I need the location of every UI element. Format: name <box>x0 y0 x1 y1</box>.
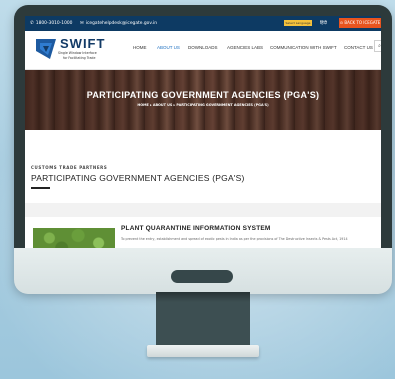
monitor-logo-pill <box>171 270 233 283</box>
search-icon[interactable]: ⌕ <box>374 40 381 52</box>
brand-subtitle-1: Single Window Interface <box>58 51 97 55</box>
email-link[interactable]: ✉ icegatehelpdesk@icegate.gov.in <box>80 16 157 31</box>
breadcrumb[interactable]: HOME ▸ ABOUT US ▸ PARTICIPATING GOVERNME… <box>25 103 381 107</box>
top-bar: ✆ 1800-3010-1000 ✉ icegatehelpdesk@icegate… <box>25 16 381 31</box>
main-navbar: SWIFT Single Window Interface for Facili… <box>25 31 381 70</box>
brand-title[interactable]: SWIFT <box>60 36 105 51</box>
nav-contact-us[interactable]: CONTACT US <box>344 45 373 50</box>
brand-subtitle-2: for Facilitating Trade <box>63 56 96 60</box>
section-heading: PARTICIPATING GOVERNMENT AGENCIES (PGA'S… <box>31 173 245 183</box>
nav-downloads[interactable]: DOWNLOADS <box>188 45 218 50</box>
page-hero: PARTICIPATING GOVERNMENT AGENCIES (PGA'S… <box>25 70 381 130</box>
mail-icon: ✉ <box>80 21 84 26</box>
nav-home[interactable]: HOME <box>133 45 147 50</box>
monitor-stand-shadow <box>156 292 250 302</box>
agency-card-description: To prevent the entry, establishment and … <box>121 237 348 241</box>
nav-agencies-labs[interactable]: AGENCIES LABS <box>227 45 263 50</box>
monitor-stand-base <box>147 345 259 357</box>
section-eyebrow: CUSTOMS TRADE PARTNERS <box>31 165 108 170</box>
back-to-icegate-button[interactable]: ⊙ BACK TO ICEGATE <box>339 18 381 28</box>
nav-about-us[interactable]: ABOUT US <box>157 45 180 50</box>
plant-thumbnail-image[interactable] <box>33 228 115 248</box>
swift-logo-icon[interactable] <box>34 37 58 61</box>
phone-icon: ✆ <box>30 21 34 26</box>
back-arrow-icon: ⊙ <box>339 20 344 25</box>
monitor-screen: ✆ 1800-3010-1000 ✉ icegatehelpdesk@icegate… <box>25 16 381 248</box>
phone-link[interactable]: ✆ 1800-3010-1000 <box>30 16 72 31</box>
heading-underline <box>31 187 50 189</box>
page-title: PARTICIPATING GOVERNMENT AGENCIES (PGA'S… <box>86 90 320 100</box>
google-translate-widget[interactable]: Select Language <box>284 20 312 26</box>
section-divider-band <box>25 203 381 217</box>
agency-card-title[interactable]: PLANT QUARANTINE INFORMATION SYSTEM <box>121 225 271 232</box>
hindi-language-link[interactable]: हिंदी <box>320 16 327 31</box>
nav-communication-with-swift[interactable]: COMMUNICATION WITH SWIFT <box>270 45 337 50</box>
